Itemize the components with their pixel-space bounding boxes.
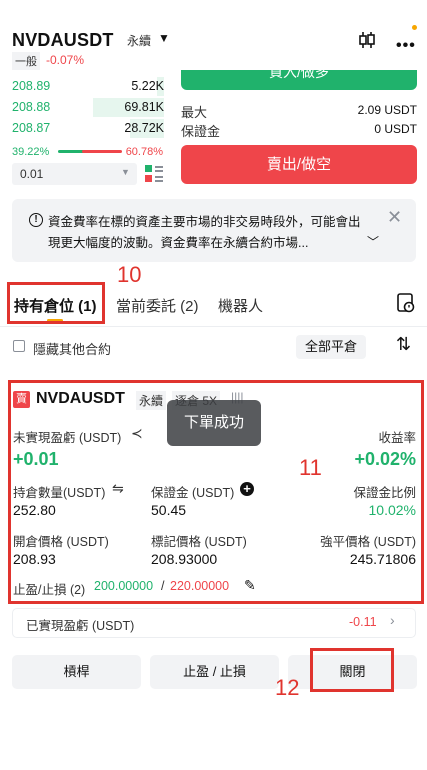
contract-type-label[interactable]: 永續 [127, 32, 151, 49]
order-book-row[interactable]: 208.87 28.72K [12, 118, 164, 138]
max-value: 2.09 USDT [357, 103, 417, 117]
chevron-down-icon[interactable]: ﹀ [367, 233, 379, 250]
notice-text: 資金費率在標的資產主要市場的非交易時段外，可能會出現更大幅度的波動。資金費率在永… [48, 215, 361, 250]
order-book-row[interactable]: 208.88 69.81K [12, 97, 164, 117]
leverage-button[interactable]: 槓桿 [12, 655, 141, 689]
sell-ratio-bar [82, 150, 122, 153]
realized-pnl-label: 已實現盈虧 (USDT) [26, 619, 135, 633]
sort-icon[interactable]: ⇅ [396, 334, 411, 355]
sell-ratio: 60.78% [125, 146, 163, 158]
caret-down-icon[interactable]: ▼ [158, 31, 170, 45]
annotation-number: 10 [117, 262, 142, 287]
annotation-box-tabs [7, 282, 105, 324]
margin-label: 保證金 [181, 124, 221, 139]
tpsl-button[interactable]: 止盈 / 止損 [150, 655, 279, 689]
hide-other-label[interactable]: 隱藏其他合約 [33, 339, 111, 358]
bid-qty: 28.72K [124, 121, 164, 135]
candlestick-icon[interactable] [358, 30, 376, 50]
annotation-number: 11 [299, 455, 322, 480]
close-all-button[interactable]: 全部平倉 [296, 335, 366, 359]
annotation-number: 12 [275, 675, 300, 700]
tab-bots[interactable]: 機器人 [218, 295, 263, 316]
buy-ratio: 39.22% [12, 146, 50, 158]
bid-qty: 69.81K [124, 100, 164, 114]
margin-value: 0 USDT [374, 122, 417, 136]
category-badge: 一般 [12, 52, 40, 70]
order-book-row[interactable]: 208.89 5.22K [12, 76, 164, 96]
realized-pnl-value: -0.11 [349, 615, 377, 629]
bid-qty: 5.22K [131, 79, 164, 93]
price-change: -0.07% [46, 53, 85, 67]
bid-price: 208.88 [12, 100, 51, 114]
bid-price: 208.89 [12, 79, 51, 93]
annotation-box-close-button [310, 648, 394, 692]
close-icon[interactable]: ✕ [387, 207, 402, 228]
orderbook-layout-icon[interactable] [145, 165, 163, 183]
chevron-down-icon: ▼ [121, 167, 130, 177]
sell-short-button[interactable]: 賣出/做空 [181, 145, 417, 184]
max-label: 最大 [181, 105, 208, 120]
buy-long-button[interactable]: 買入/做多 [181, 70, 417, 90]
symbol-title[interactable]: NVDAUSDT [12, 30, 114, 51]
bid-price: 208.87 [12, 121, 51, 135]
annotation-box-position-card [8, 380, 424, 604]
precision-select[interactable]: 0.01 [12, 163, 137, 185]
info-icon: ! [29, 213, 43, 227]
notification-dot [412, 25, 417, 30]
chevron-right-icon[interactable]: › [390, 612, 395, 628]
hide-other-checkbox[interactable] [13, 340, 25, 352]
more-icon[interactable]: ••• [396, 37, 416, 55]
history-icon[interactable] [397, 293, 415, 313]
tab-open-orders[interactable]: 當前委託 (2) [116, 295, 199, 316]
divider [0, 326, 427, 327]
buy-long-label: 買入/做多 [269, 70, 329, 80]
